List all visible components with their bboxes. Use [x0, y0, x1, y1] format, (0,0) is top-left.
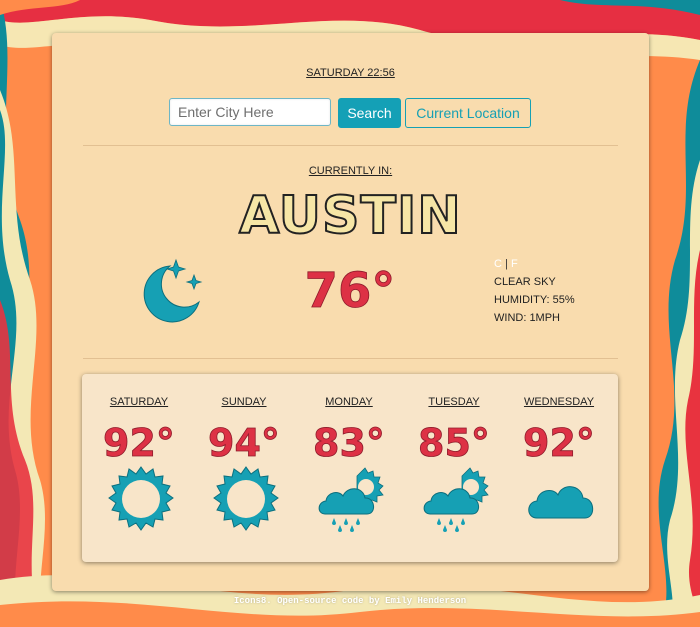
svg-text:92°: 92°: [523, 421, 595, 464]
forecast-temperature: 94°: [208, 421, 281, 464]
current-location-button[interactable]: Current Location: [405, 98, 531, 128]
forecast-temperature: 85°: [418, 421, 491, 464]
svg-text:83°: 83°: [313, 421, 385, 464]
condition-text: CLEAR SKY: [494, 276, 556, 288]
weather-card: SATURDAY 22:56 Search Current Location C…: [52, 33, 649, 591]
search-button[interactable]: Search: [338, 98, 401, 128]
city-name: AUSTIN: [238, 185, 462, 246]
forecast-day: WEDNESDAY 92°: [509, 374, 609, 562]
search-bar: Search Current Location: [52, 97, 649, 129]
footer-credit: Icons8. Open-source code by Emily Hender…: [233, 596, 467, 606]
forecast-day: SATURDAY 92°: [89, 374, 189, 562]
current-temperature: 76°: [304, 263, 396, 317]
forecast-day-name: SUNDAY: [221, 396, 267, 408]
forecast-day: MONDAY 83°: [299, 374, 399, 562]
svg-text:AUSTIN: AUSTIN: [239, 186, 462, 246]
forecast-panel: SATURDAY 92° SUNDAY 94° MONDAY 83° TUESD…: [82, 374, 618, 562]
svg-text:94°: 94°: [208, 421, 280, 464]
forecast-temperature: 92°: [523, 421, 596, 464]
forecast-day-name: SATURDAY: [109, 396, 169, 408]
forecast-temperature: 83°: [313, 421, 386, 464]
city-search-input[interactable]: [169, 98, 331, 126]
divider: [83, 358, 618, 359]
humidity-text: HUMIDITY: 55%: [494, 294, 575, 306]
celsius-toggle[interactable]: C: [494, 258, 502, 270]
svg-text:85°: 85°: [418, 421, 490, 464]
current-datetime: SATURDAY 22:56: [306, 67, 395, 79]
unit-separator: |: [505, 258, 508, 270]
forecast-day: TUESDAY 85°: [404, 374, 504, 562]
unit-toggle: C | F: [494, 255, 614, 273]
sun-icon: [108, 466, 174, 531]
sun-icon: [213, 466, 279, 531]
moon-stars-icon: [143, 258, 203, 323]
forecast-day-name: MONDAY: [325, 396, 373, 408]
current-details: C | F CLEAR SKY HUMIDITY: 55% WIND: 1MPH: [494, 255, 614, 327]
cloud-icon: [528, 486, 594, 519]
forecast-day: SUNDAY 94°: [194, 374, 294, 562]
forecast-day-name: TUESDAY: [428, 396, 480, 408]
wind-text: WIND: 1MPH: [494, 312, 560, 324]
forecast-day-name: WEDNESDAY: [523, 396, 595, 408]
forecast-temperature: 92°: [103, 421, 176, 464]
svg-text:76°: 76°: [305, 263, 396, 317]
rain-partly-sunny-icon: [423, 467, 489, 532]
divider: [83, 145, 618, 146]
rain-partly-sunny-icon: [318, 467, 384, 532]
svg-text:92°: 92°: [103, 421, 175, 464]
fahrenheit-toggle[interactable]: F: [511, 258, 518, 270]
